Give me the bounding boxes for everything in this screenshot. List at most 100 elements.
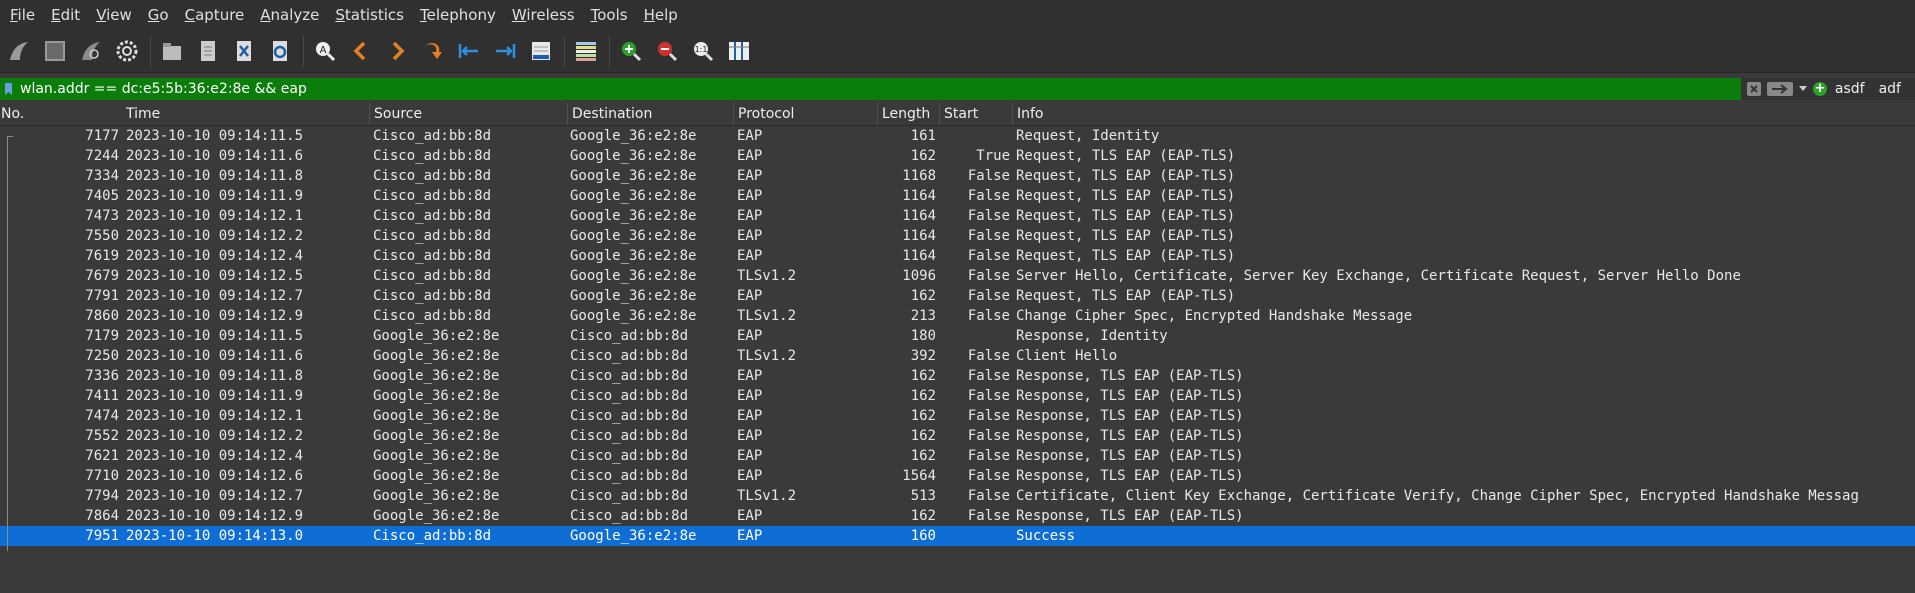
menu-capture[interactable]: Capture [177, 6, 253, 24]
packet-protocol: EAP [737, 508, 763, 524]
packet-row[interactable]: 7679 2023-10-10 09:14:12.5 Cisco_ad:bb:8d G… [0, 266, 1915, 286]
menu-go[interactable]: Go [140, 6, 177, 24]
column-header-source[interactable]: Source [369, 103, 570, 125]
packet-destination: Google_36:e2:8e [570, 128, 697, 144]
packet-no: 7791 [85, 288, 119, 304]
column-header-length[interactable]: Length [877, 103, 939, 125]
menu-tools[interactable]: Tools [583, 6, 636, 24]
packet-info: Response, TLS EAP (EAP-TLS) [1016, 468, 1244, 484]
menu-view[interactable]: View [88, 6, 140, 24]
packet-source: Google_36:e2:8e [373, 448, 500, 464]
packet-row-selected[interactable]: 7951 2023-10-10 09:14:13.0 Cisco_ad:bb:8d G… [0, 526, 1915, 546]
packet-info: Success [1016, 528, 1076, 544]
column-header-start[interactable]: Start [939, 103, 1012, 125]
column-header-protocol[interactable]: Protocol [733, 103, 881, 125]
packet-row[interactable]: 7550 2023-10-10 09:14:12.2 Cisco_ad:bb:8d G… [0, 226, 1915, 246]
column-header-info[interactable]: Info [1012, 103, 1915, 125]
packet-row[interactable]: 7177 2023-10-10 09:14:11.5 Cisco_ad:bb:8d G… [0, 126, 1915, 146]
go-forward-icon[interactable] [382, 36, 412, 66]
display-filter-input[interactable]: wlan.addr == dc:e5:5b:36:e2:8e && eap [20, 81, 1741, 97]
packet-time: 2023-10-10 09:14:12.6 [126, 468, 304, 484]
packet-info: Request, Identity [1016, 128, 1160, 144]
zoom-normal-icon[interactable]: 1:1 [688, 36, 718, 66]
go-to-packet-icon[interactable] [418, 36, 448, 66]
packet-row[interactable]: 7334 2023-10-10 09:14:11.8 Cisco_ad:bb:8d G… [0, 166, 1915, 186]
menu-wireless[interactable]: Wireless [504, 6, 583, 24]
packet-row[interactable]: 7250 2023-10-10 09:14:11.6 Google_36:e2:8e… [0, 346, 1915, 366]
open-folder-icon[interactable] [157, 36, 187, 66]
packet-row[interactable]: 7710 2023-10-10 09:14:12.6 Google_36:e2:8e… [0, 466, 1915, 486]
packet-row[interactable]: 7860 2023-10-10 09:14:12.9 Cisco_ad:bb:8d G… [0, 306, 1915, 326]
packet-no: 7244 [85, 148, 119, 164]
shark-fin-start-icon[interactable] [4, 36, 34, 66]
filter-history-dropdown-icon[interactable] [1798, 86, 1807, 92]
packet-row[interactable]: 7864 2023-10-10 09:14:12.9 Google_36:e2:8e… [0, 506, 1915, 526]
packet-start: False [967, 388, 1010, 404]
menu-analyze[interactable]: Analyze [252, 6, 327, 24]
packet-row[interactable]: 7405 2023-10-10 09:14:11.9 Cisco_ad:bb:8d G… [0, 186, 1915, 206]
packet-row[interactable]: 7619 2023-10-10 09:14:12.4 Cisco_ad:bb:8d G… [0, 246, 1915, 266]
find-packet-icon[interactable]: A [310, 36, 340, 66]
gear-options-icon[interactable] [112, 36, 142, 66]
stop-square-icon[interactable] [40, 36, 70, 66]
menu-edit[interactable]: Edit [43, 6, 88, 24]
packet-source: Cisco_ad:bb:8d [373, 248, 492, 264]
column-header-no[interactable]: No. [0, 103, 126, 125]
packet-row[interactable]: 7336 2023-10-10 09:14:11.8 Google_36:e2:8e… [0, 366, 1915, 386]
column-header-time[interactable]: Time [122, 103, 369, 125]
packet-row[interactable]: 7473 2023-10-10 09:14:12.1 Cisco_ad:bb:8d G… [0, 206, 1915, 226]
bookmark-icon[interactable] [2, 78, 14, 100]
packet-time: 2023-10-10 09:14:11.5 [126, 128, 304, 144]
packet-row[interactable]: 7621 2023-10-10 09:14:12.4 Google_36:e2:8e… [0, 446, 1915, 466]
resize-columns-icon[interactable] [724, 36, 754, 66]
packet-row[interactable]: 7179 2023-10-10 09:14:11.5 Google_36:e2:8e… [0, 326, 1915, 346]
reload-icon[interactable] [265, 36, 295, 66]
packet-row[interactable]: 7411 2023-10-10 09:14:11.9 Google_36:e2:8e… [0, 386, 1915, 406]
apply-filter-icon[interactable] [1766, 82, 1793, 96]
zoom-in-icon[interactable] [616, 36, 646, 66]
restart-fin-icon[interactable] [76, 36, 106, 66]
packet-row[interactable]: 7244 2023-10-10 09:14:11.6 Cisco_ad:bb:8d G… [0, 146, 1915, 166]
packet-destination: Cisco_ad:bb:8d [570, 368, 689, 384]
packet-row[interactable]: 7552 2023-10-10 09:14:12.2 Google_36:e2:8e… [0, 426, 1915, 446]
packet-info: Request, TLS EAP (EAP-TLS) [1016, 228, 1236, 244]
zoom-out-icon[interactable] [652, 36, 682, 66]
packet-start: False [967, 368, 1010, 384]
packet-length: 1564 [902, 468, 936, 484]
autoscroll-icon[interactable] [526, 36, 556, 66]
packet-start: False [967, 268, 1010, 284]
packet-no: 7250 [85, 348, 119, 364]
packet-start: False [967, 248, 1010, 264]
last-packet-icon[interactable] [490, 36, 520, 66]
colorize-icon[interactable] [571, 36, 601, 66]
clear-filter-icon[interactable] [1746, 82, 1761, 96]
packet-protocol: EAP [737, 208, 763, 224]
menu-statistics[interactable]: Statistics [327, 6, 412, 24]
packet-row[interactable]: 7794 2023-10-10 09:14:12.7 Google_36:e2:8e… [0, 486, 1915, 506]
packet-length: 513 [910, 488, 936, 504]
packet-no: 7334 [85, 168, 119, 184]
packet-no: 7177 [85, 128, 119, 144]
first-packet-icon[interactable] [454, 36, 484, 66]
toolbar-separator [609, 36, 610, 66]
packet-length: 162 [910, 368, 936, 384]
file-save-icon[interactable] [193, 36, 223, 66]
packet-no: 7860 [85, 308, 119, 324]
go-back-icon[interactable] [346, 36, 376, 66]
toolbar-separator [150, 36, 151, 66]
filter-button-adf[interactable]: adf [1879, 81, 1901, 97]
column-header-destination[interactable]: Destination [567, 103, 736, 125]
packet-row[interactable]: 7791 2023-10-10 09:14:12.7 Cisco_ad:bb:8d G… [0, 286, 1915, 306]
packet-row[interactable]: 7474 2023-10-10 09:14:12.1 Google_36:e2:8e… [0, 406, 1915, 426]
menu-telephony[interactable]: Telephony [412, 6, 504, 24]
menu-file[interactable]: File [2, 6, 43, 24]
packet-length: 392 [910, 348, 936, 364]
close-file-icon[interactable] [229, 36, 259, 66]
menu-help[interactable]: Help [636, 6, 686, 24]
add-filter-button-icon[interactable]: + [1812, 82, 1827, 96]
packet-time: 2023-10-10 09:14:12.2 [126, 428, 304, 444]
filter-button-asdf[interactable]: asdf [1835, 81, 1865, 97]
packet-protocol: EAP [737, 128, 763, 144]
packet-no: 7621 [85, 448, 119, 464]
packet-source: Cisco_ad:bb:8d [373, 268, 492, 284]
